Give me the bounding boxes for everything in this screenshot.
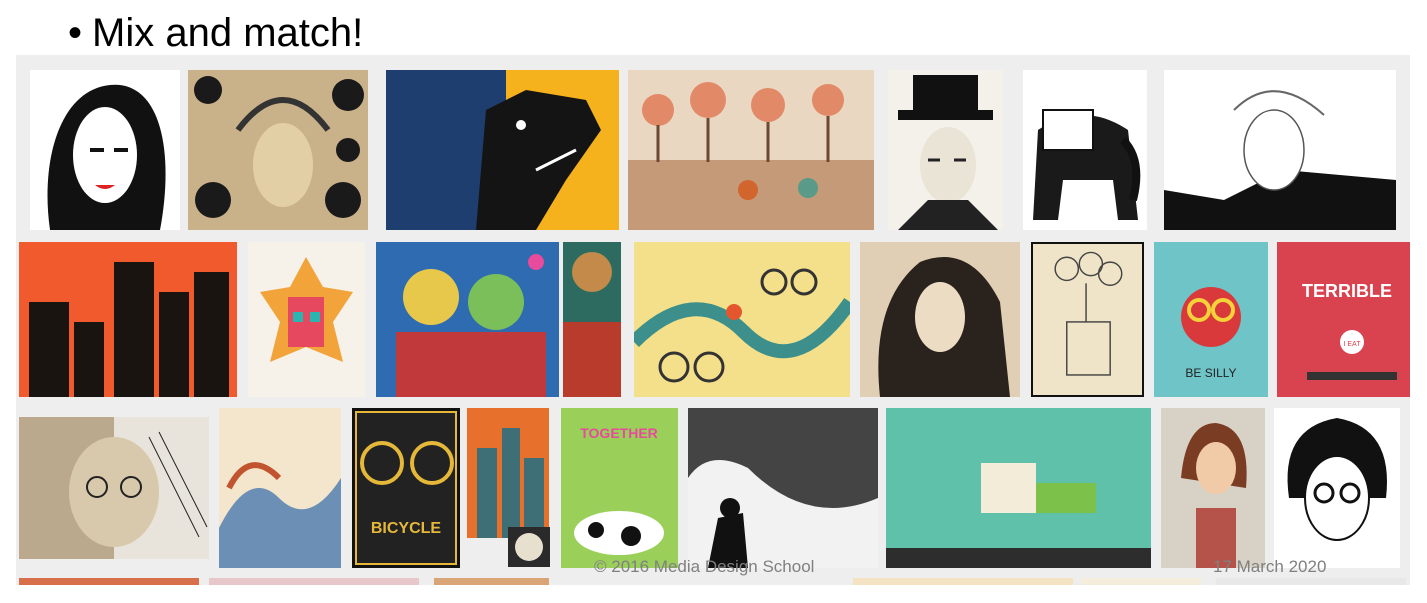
illustration-row4-b [209,578,419,585]
illustration-woman-curls [30,70,180,230]
footer-date: 17 March 2020 [1213,557,1327,576]
illustration-row4-c [434,578,549,585]
together-text: TOGETHER [580,425,658,441]
slide-title: • Mix and match! [68,8,363,58]
bicycle-text: BICYCLE [371,520,442,537]
illustration-poster-strip [563,242,621,397]
illustration-black-dog [386,70,619,230]
illustration-sunburst-totem [248,242,365,397]
illustration-woman-leaves [188,70,368,230]
i-eat-text: I EAT [1344,341,1362,348]
illustration-row4-d [853,578,1073,585]
illustration-trees [628,70,874,230]
terrible-text: TERRIBLE [1302,281,1392,301]
illustration-man-glasses-engraving [19,417,209,559]
illustration-top-hat-woman [888,70,1003,230]
illustration-together-poster: TOGETHER [561,408,678,568]
illustration-red-city [19,242,237,397]
illustration-row4-f [1216,578,1406,585]
slide-title-text: Mix and match! [92,11,364,55]
illustration-curly-hair-man [1274,408,1400,568]
illustration-great-wave [219,408,341,568]
illustration-collage: BE SILLY TERRIBLE I EAT BICYCLE TOGETHER [16,55,1410,585]
be-silly-text: BE SILLY [1185,366,1236,380]
illustration-row4-a [19,578,199,585]
illustration-terrible-poster: TERRIBLE I EAT [1277,242,1410,397]
bullet-point: • [68,11,83,55]
illustration-row4-e [1081,578,1201,585]
illustration-elephant [1023,70,1147,230]
illustration-bicycle-poster: BICYCLE [352,408,460,568]
illustration-balloons-sketch [1031,242,1144,397]
illustration-colorful-men [376,242,559,397]
illustration-small-badge [508,527,550,567]
illustration-woman-sketch [1164,70,1396,230]
footer-copyright: © 2016 Media Design School [594,557,815,576]
illustration-orange-city-poster [467,408,549,538]
illustration-girl-portrait [1161,408,1265,568]
illustration-be-silly: BE SILLY [1154,242,1268,397]
illustration-woman-hair [860,242,1020,397]
illustration-boy-scribbles [688,408,878,568]
illustration-bicycles-tree [634,242,850,397]
illustration-teal-website [886,408,1151,568]
